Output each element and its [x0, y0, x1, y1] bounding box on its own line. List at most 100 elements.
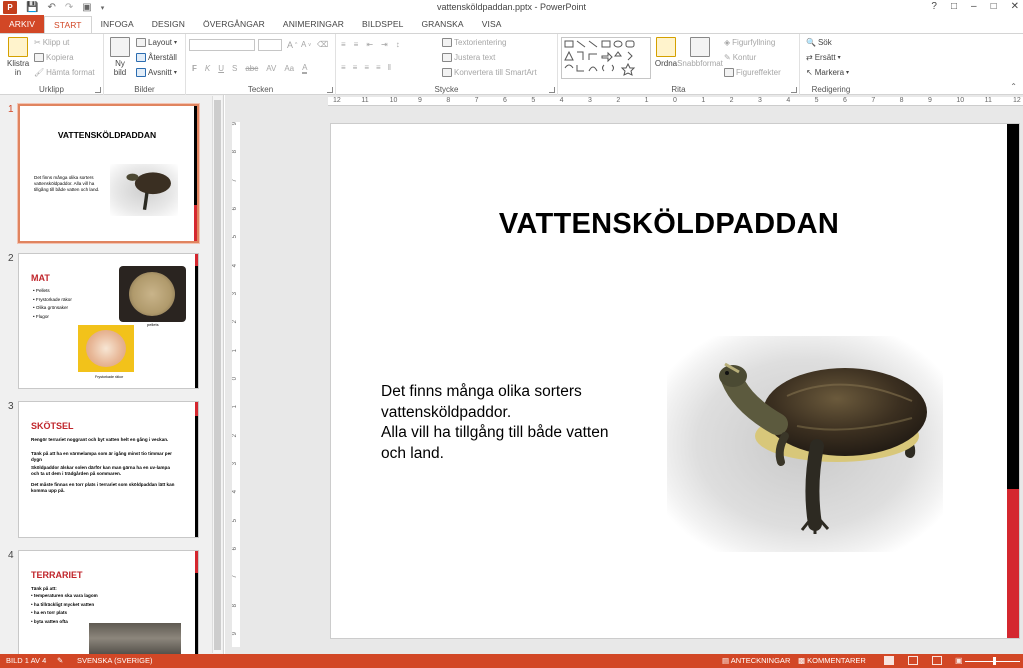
scrollbar-thumb[interactable] [214, 100, 221, 650]
current-slide[interactable]: VATTENSKÖLDPADDAN Det finns många olika … [330, 123, 1020, 639]
paste-button[interactable]: Klistra in [7, 37, 29, 77]
line-spacing-icon[interactable]: ↕ [396, 40, 400, 49]
maximize-icon[interactable]: □ [991, 1, 997, 12]
find-button[interactable]: 🔍 Sök [806, 38, 832, 47]
replace-button[interactable]: ⇄ Ersätt ▾ [806, 53, 841, 62]
collapse-ribbon-icon[interactable]: ⌃ [1010, 82, 1017, 91]
clear-format-icon[interactable]: ⌫ [317, 40, 328, 49]
font-format-row: F K U Sabc AV Aa A [192, 63, 308, 74]
thumbnail-slide-4[interactable]: TERRARIET Tänk på att: temperaturen ska … [18, 550, 199, 654]
thumbnail-slide-3[interactable]: SKÖTSEL Rengör terrariet noggrant och by… [18, 401, 199, 538]
align-text-button[interactable]: Justera text [442, 53, 495, 62]
increase-indent-icon[interactable]: ⇥ [381, 40, 388, 49]
clipboard-launcher-icon[interactable] [95, 87, 101, 93]
shapes-gallery[interactable] [561, 37, 651, 79]
thumbnail-title: VATTENSKÖLDPADDAN [57, 130, 157, 140]
tab-design[interactable]: DESIGN [143, 15, 194, 33]
reading-view-icon[interactable] [932, 656, 942, 665]
list-item: Flugor [33, 313, 72, 322]
slideshow-icon[interactable]: ▣ [955, 656, 965, 665]
reset-button[interactable]: Återställ [136, 53, 177, 62]
minimize-icon[interactable]: – [971, 1, 977, 12]
ribbon-display-icon[interactable]: □ [951, 1, 957, 12]
layout-button[interactable]: Layout ▾ [136, 38, 177, 47]
search-icon: 🔍 [806, 38, 816, 47]
tab-file[interactable]: ARKIV [0, 15, 45, 33]
spellcheck-icon[interactable]: ✎ [57, 656, 63, 665]
bold-icon[interactable]: F [192, 64, 197, 73]
format-painter-button[interactable]: 🖌 Hämta format [34, 68, 95, 77]
tab-transitions[interactable]: ÖVERGÅNGAR [194, 15, 274, 33]
zoom-slider-handle[interactable] [993, 657, 996, 665]
thumbnail-scrollbar[interactable] [212, 96, 222, 653]
normal-view-icon[interactable] [884, 656, 894, 665]
comments-label: KOMMENTARER [807, 656, 866, 665]
window-controls: ? □ – □ ✕ [931, 1, 1019, 12]
text-direction-button[interactable]: Textorientering [442, 38, 506, 47]
italic-icon[interactable]: K [205, 64, 210, 73]
ruler-tick: 4 [559, 97, 564, 104]
pellets-image [119, 266, 186, 322]
copy-button[interactable]: Kopiera [34, 53, 74, 62]
thumbnail-slide-1[interactable]: VATTENSKÖLDPADDAN Det finns många olika … [18, 104, 199, 243]
drawing-launcher-icon[interactable] [791, 87, 797, 93]
font-launcher-icon[interactable] [327, 87, 333, 93]
spacing-icon[interactable]: AV [266, 64, 276, 73]
shape-effects-button[interactable]: Figureffekter [724, 68, 781, 77]
font-size-select[interactable] [258, 39, 282, 51]
comments-button[interactable]: ▩ KOMMENTARER [798, 656, 866, 665]
shape-fill-button[interactable]: ◈ Figurfyllning [724, 38, 775, 47]
group-font: A ^ Av ⌫ F K U Sabc AV Aa A Tecken [186, 34, 336, 95]
arrange-button[interactable]: Ordna [654, 37, 678, 68]
justify-icon[interactable]: ≡ [376, 63, 381, 72]
turtle-photo[interactable] [667, 336, 943, 552]
language-indicator[interactable]: SVENSKA (SVERIGE) [77, 656, 152, 665]
new-slide-button[interactable]: Ny bild [109, 37, 131, 77]
paragraph-launcher-icon[interactable] [549, 87, 555, 93]
thumbnail-slide-2[interactable]: MAT Pellets Frystorkade räkor Olika grön… [18, 253, 199, 389]
ruler-tick: 12 [333, 97, 341, 104]
tab-animations[interactable]: ANIMERINGAR [274, 15, 353, 33]
case-icon[interactable]: Aa [284, 64, 294, 73]
tab-view[interactable]: VISA [473, 15, 511, 33]
shape-outline-button[interactable]: ✎ Kontur [724, 53, 756, 62]
decrease-indent-icon[interactable]: ⇤ [366, 40, 373, 49]
close-icon[interactable]: ✕ [1011, 1, 1019, 12]
list-item: byta vatten ofta [31, 618, 98, 627]
slide-title[interactable]: VATTENSKÖLDPADDAN [331, 208, 1007, 241]
notes-button[interactable]: ▤ ANTECKNINGAR [722, 656, 790, 665]
columns-icon[interactable]: ‖ [388, 63, 391, 72]
align-text-label: Justera text [454, 53, 496, 62]
slide-sorter-icon[interactable] [908, 656, 918, 665]
smartart-button[interactable]: Konvertera till SmartArt [442, 68, 537, 77]
shadow-icon[interactable]: S [232, 64, 237, 73]
slide-body-text[interactable]: Det finns många olika sorters vattensköl… [381, 382, 651, 464]
thumbnail-number: 2 [8, 253, 14, 264]
cut-label: Klipp ut [42, 38, 70, 47]
underline-icon[interactable]: U [218, 64, 224, 73]
shrink-font-icon[interactable]: Av [301, 40, 311, 49]
group-clipboard: Klistra in ✂ Klipp ut Kopiera 🖌 Hämta form… [0, 34, 104, 95]
chevron-down-icon: ▾ [174, 40, 178, 46]
tab-home[interactable]: START [44, 16, 92, 34]
align-center-icon[interactable]: ≡ [353, 63, 358, 72]
tab-insert[interactable]: INFOGA [92, 15, 143, 33]
help-icon[interactable]: ? [931, 1, 937, 12]
font-color-icon[interactable]: A [302, 63, 308, 74]
cut-button[interactable]: ✂ Klipp ut [34, 38, 69, 47]
quick-styles-button[interactable]: Snabbformat [677, 37, 723, 68]
ruler-tick: 5 [531, 97, 536, 104]
select-button[interactable]: ↖ Markera ▾ [806, 68, 849, 77]
font-name-select[interactable] [189, 39, 255, 51]
numbering-icon[interactable]: ≡ [354, 40, 359, 49]
shape-outline-label: Kontur [732, 53, 757, 62]
strikethrough-icon[interactable]: abc [245, 64, 258, 73]
align-left-icon[interactable]: ≡ [341, 63, 346, 72]
align-right-icon[interactable]: ≡ [364, 63, 369, 72]
section-button[interactable]: Avsnitt ▾ [136, 68, 177, 77]
tab-review[interactable]: GRANSKA [412, 15, 472, 33]
bullets-icon[interactable]: ≡ [341, 40, 346, 49]
grow-font-icon[interactable]: A ^ [287, 40, 297, 50]
slide-counter: BILD 1 AV 4 [6, 656, 47, 665]
tab-slideshow[interactable]: BILDSPEL [353, 15, 412, 33]
